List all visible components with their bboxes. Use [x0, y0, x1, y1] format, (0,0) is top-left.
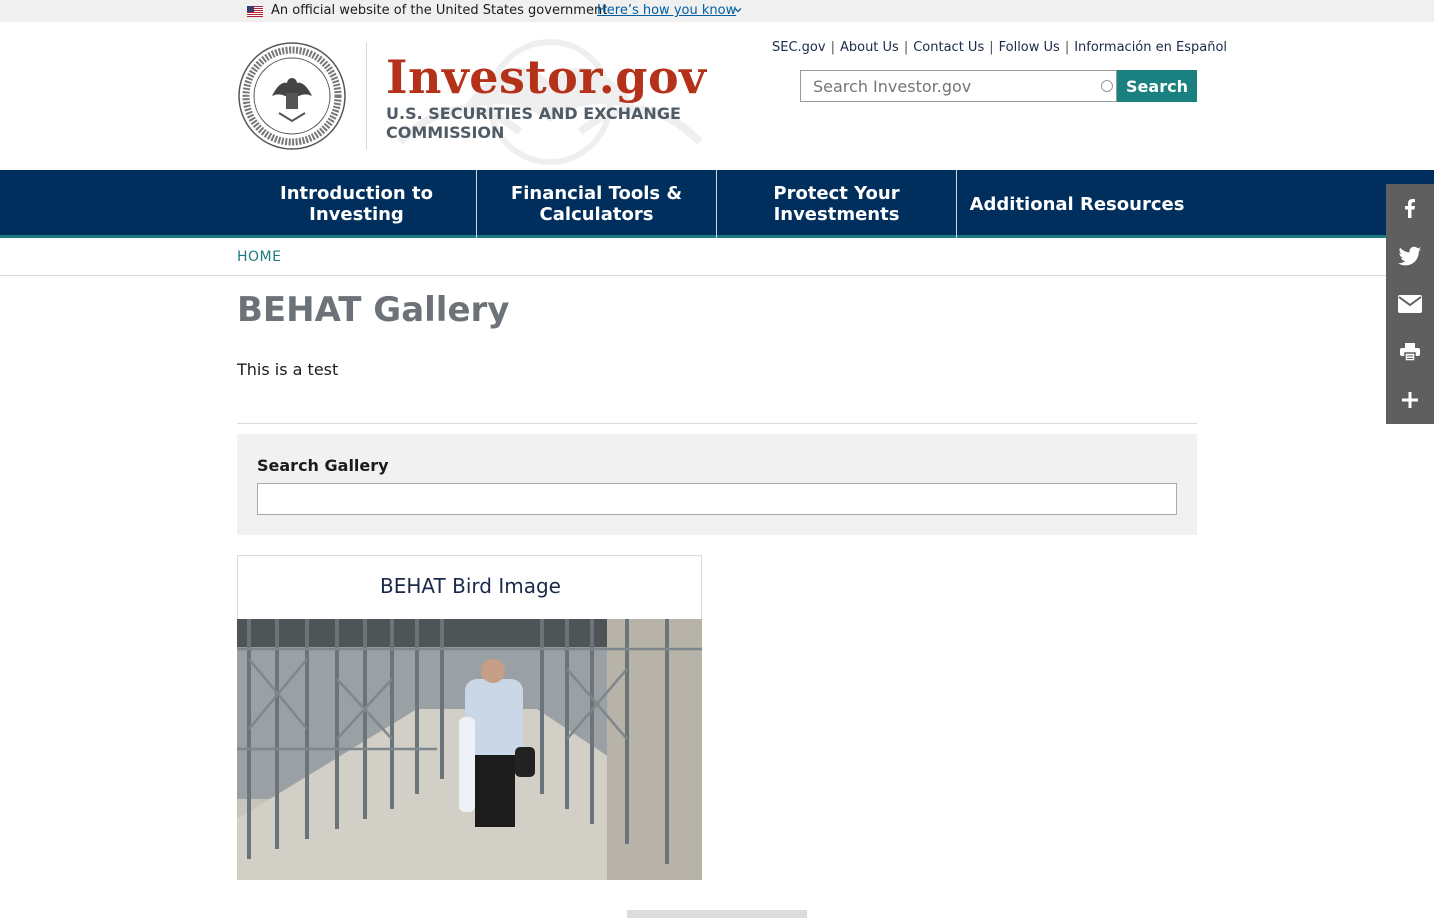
twitter-icon: [1398, 246, 1421, 266]
util-link-contact[interactable]: Contact Us: [913, 40, 984, 55]
util-link-espanol[interactable]: Información en Español: [1074, 40, 1227, 55]
pager-stub[interactable]: [627, 910, 807, 918]
nav-item-additional-resources[interactable]: Additional Resources: [957, 170, 1197, 238]
sec-seal-logo[interactable]: [237, 41, 347, 151]
utility-nav: SEC.gov | About Us | Contact Us | Follow Us…: [772, 40, 1227, 55]
us-flag-icon: [247, 6, 263, 17]
breadcrumb: HOME: [0, 241, 1434, 276]
chevron-down-icon[interactable]: [733, 5, 743, 15]
print-icon: [1400, 343, 1420, 361]
scaffold-photo: [237, 619, 702, 880]
social-share-bar: [1386, 184, 1434, 424]
email-share-button[interactable]: [1386, 280, 1434, 328]
util-separator: |: [989, 40, 994, 55]
twitter-share-button[interactable]: [1386, 232, 1434, 280]
breadcrumb-home[interactable]: HOME: [237, 249, 281, 265]
util-link-sec[interactable]: SEC.gov: [772, 40, 826, 55]
print-share-button[interactable]: [1386, 328, 1434, 376]
gallery-card[interactable]: BEHAT Bird Image: [237, 555, 702, 880]
facebook-share-button[interactable]: [1386, 184, 1434, 232]
how-you-know-link[interactable]: Here’s how you know: [597, 3, 736, 18]
util-link-follow[interactable]: Follow Us: [999, 40, 1060, 55]
email-icon: [1398, 295, 1422, 313]
nav-item-protect-investments[interactable]: Protect Your Investments: [717, 170, 957, 238]
logo-divider: [366, 42, 367, 150]
util-separator: |: [903, 40, 909, 55]
gallery-card-image[interactable]: [237, 619, 702, 880]
gov-banner-text: An official website of the United States…: [271, 3, 608, 18]
nav-item-intro-investing[interactable]: Introduction to Investing: [237, 170, 477, 238]
search-gallery-input[interactable]: [257, 483, 1177, 515]
plus-icon: [1402, 392, 1418, 408]
page-intro: This is a test: [237, 360, 339, 379]
search-button[interactable]: Search: [1117, 70, 1197, 102]
search-clear-icon: [1101, 80, 1113, 92]
gallery-filter-panel: Search Gallery: [237, 434, 1197, 535]
util-link-about[interactable]: About Us: [840, 40, 899, 55]
util-separator: |: [830, 40, 835, 55]
divider: [237, 423, 1197, 424]
site-subtitle: U.S. Securities and Exchange Commission: [386, 104, 681, 142]
gov-banner: An official website of the United States…: [0, 0, 1434, 22]
search-input[interactable]: [800, 70, 1117, 102]
main-nav: Introduction to Investing Financial Tool…: [0, 170, 1434, 238]
gallery-card-title[interactable]: BEHAT Bird Image: [238, 574, 703, 598]
site-header: Investor.gov U.S. Securities and Exchang…: [0, 22, 1434, 170]
search-gallery-label: Search Gallery: [257, 456, 389, 475]
facebook-icon: [1405, 199, 1415, 218]
site-title[interactable]: Investor.gov: [386, 50, 706, 104]
nav-item-financial-tools[interactable]: Financial Tools & Calculators: [477, 170, 717, 238]
more-share-button[interactable]: [1386, 376, 1434, 424]
util-separator: |: [1064, 40, 1070, 55]
page-title: BEHAT Gallery: [237, 290, 510, 330]
